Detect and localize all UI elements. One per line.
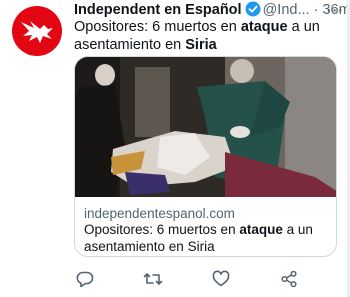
card-title-bold: ataque	[239, 222, 283, 237]
tweet-text-part: Opositores: 6 muertos en	[74, 19, 241, 35]
retweet-button[interactable]	[142, 268, 164, 290]
card-title: Opositores: 6 muertos en ataque a un ase…	[84, 221, 329, 255]
avatar[interactable]	[12, 6, 62, 56]
eagle-logo-icon	[21, 21, 53, 43]
card-domain: independentespanol.com	[84, 206, 235, 221]
share-icon	[281, 270, 297, 288]
share-button[interactable]	[278, 268, 300, 290]
tweet-text-bold: Siria	[185, 37, 217, 53]
card-title-part: Opositores: 6 muertos en	[84, 222, 240, 237]
separator-dot: ·	[313, 2, 319, 18]
tweet-header: Independent en Español@Ind... · 36min ··…	[74, 1, 350, 19]
reply-icon	[76, 271, 94, 288]
retweet-icon	[143, 273, 163, 285]
article-photo	[75, 57, 336, 197]
author-handle[interactable]: @Ind...	[263, 2, 310, 18]
like-icon	[212, 270, 230, 287]
tweet-text-bold: ataque	[240, 19, 288, 35]
reply-button[interactable]	[74, 268, 96, 290]
link-preview-card[interactable]: independentespanol.com Opositores: 6 mue…	[74, 56, 337, 257]
author-name[interactable]: Independent en Español	[74, 2, 242, 18]
tweet-actions	[74, 268, 344, 290]
like-button[interactable]	[210, 268, 232, 290]
more-options-button[interactable]: ···	[327, 1, 344, 19]
tweet-text: Opositores: 6 muertos en ataque a un ase…	[74, 18, 336, 54]
